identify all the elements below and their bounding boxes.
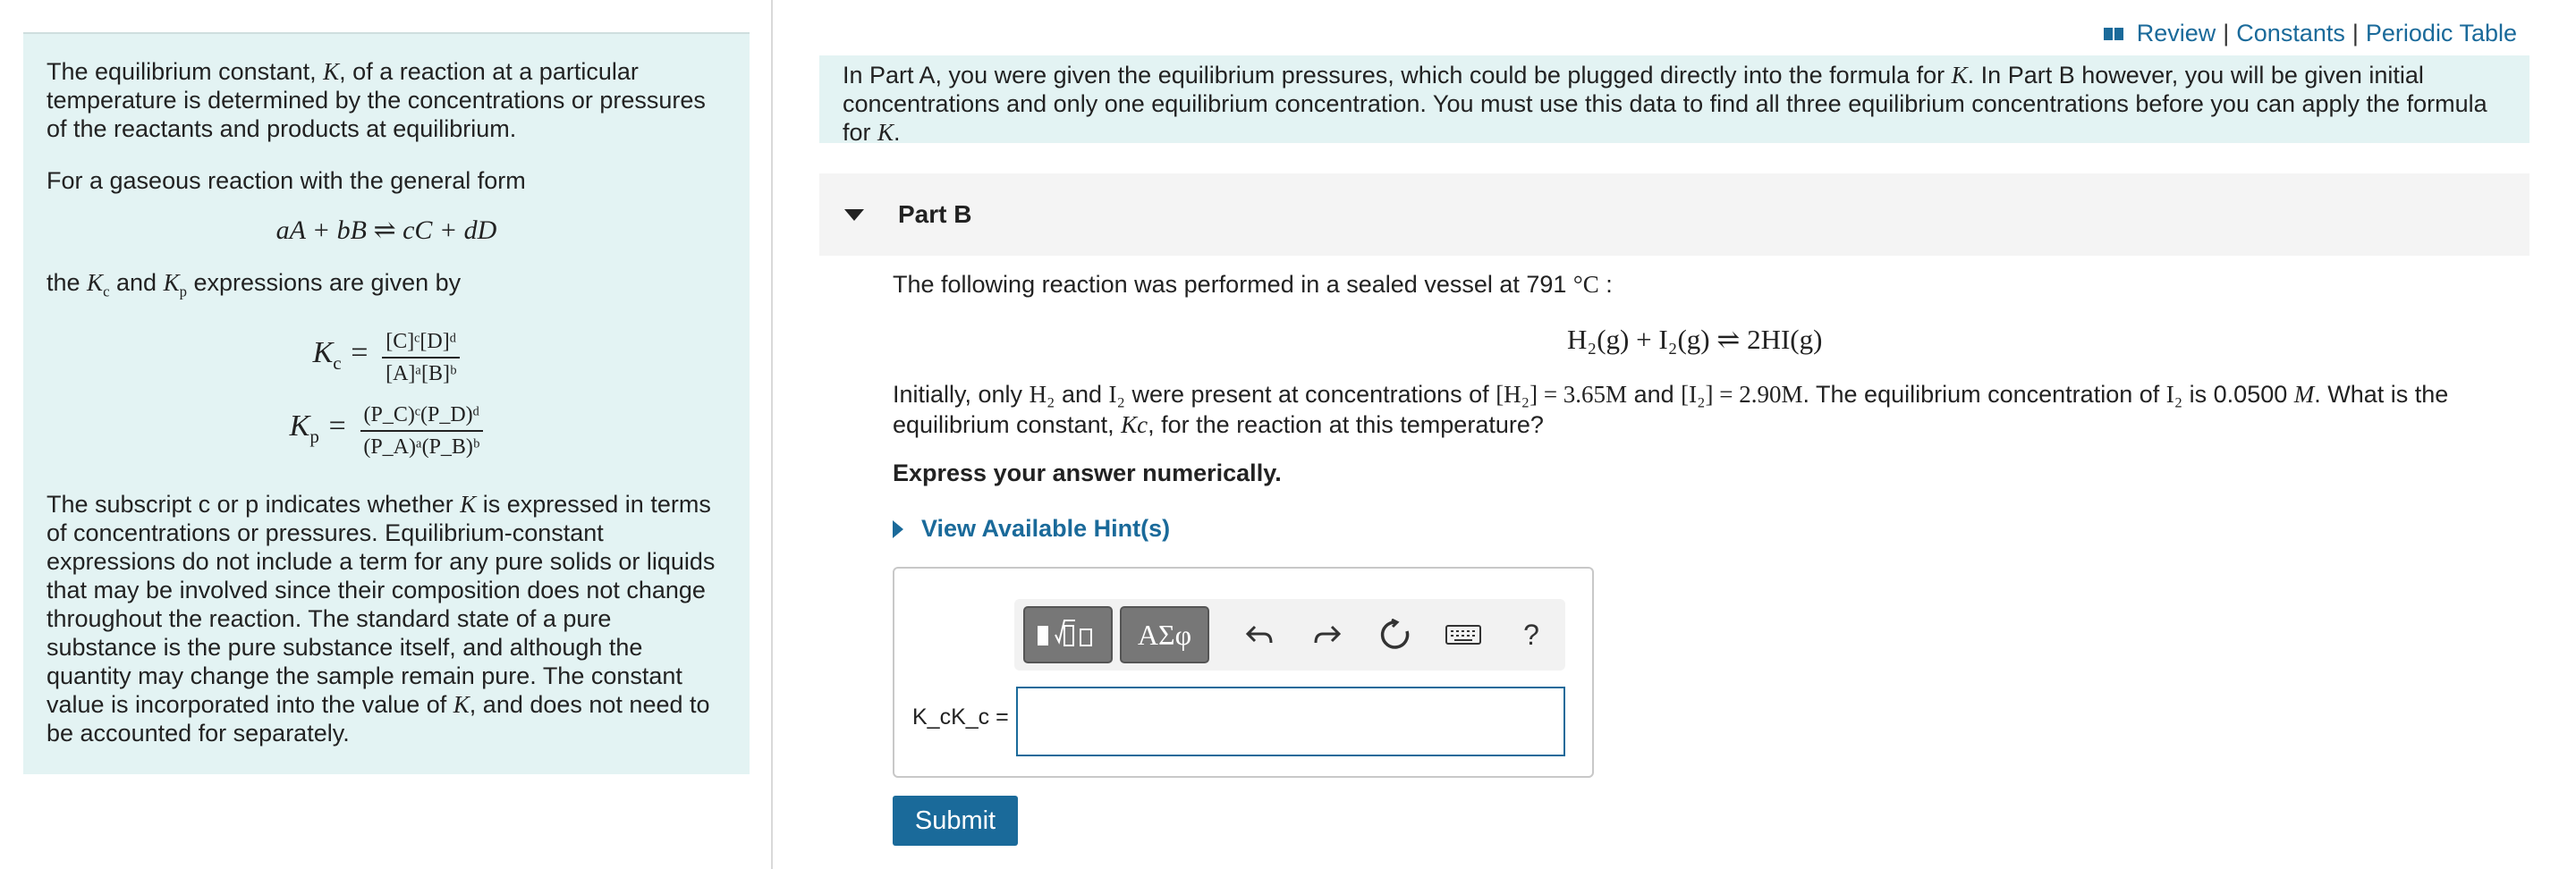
answer-label: K_cK_c = xyxy=(912,704,1009,730)
info-paragraph-3: the Kc and Kp expressions are given by xyxy=(47,269,462,300)
redo-icon[interactable] xyxy=(1302,606,1352,663)
kc-expression: Kc = [C]ᶜ[D]ᵈ [A]ᵃ[B]ᵇ xyxy=(47,329,726,386)
kp-expression: Kp = (P_C)ᶜ(P_D)ᵈ (P_A)ᵃ(P_B)ᵇ xyxy=(47,402,726,460)
collapse-caret-icon[interactable] xyxy=(844,208,864,221)
review-link[interactable]: Review xyxy=(2137,20,2216,47)
kc-numerator: [C]ᶜ[D]ᵈ xyxy=(382,329,461,359)
kp-numerator: (P_C)ᶜ(P_D)ᵈ xyxy=(360,402,484,433)
link-separator: | xyxy=(2351,20,2359,46)
templates-icon xyxy=(1038,620,1092,646)
book-icon xyxy=(2103,27,2123,40)
templates-button[interactable] xyxy=(1023,606,1113,663)
periodic-table-link[interactable]: Periodic Table xyxy=(2366,20,2517,47)
part-b-header[interactable]: Part B xyxy=(819,173,2529,256)
info-paragraph-4: The subscript c or p indicates whether K… xyxy=(47,491,716,747)
reset-icon[interactable] xyxy=(1370,606,1420,663)
math-toolbar: ΑΣφ ? xyxy=(1014,599,1565,671)
symbols-button[interactable]: ΑΣφ xyxy=(1120,606,1209,663)
info-paragraph-2: For a gaseous reaction with the general … xyxy=(47,167,526,194)
part-b-title: Part B xyxy=(898,200,972,228)
question-text: The following reaction was performed in … xyxy=(893,271,1613,298)
keyboard-icon[interactable] xyxy=(1438,606,1488,663)
link-separator: | xyxy=(2223,20,2230,46)
constants-link[interactable]: Constants xyxy=(2236,20,2345,47)
question-details: Initially, only H₂ and I₂ were present a… xyxy=(893,381,2449,438)
help-button[interactable]: ? xyxy=(1506,606,1556,663)
intro-note: In Part A, you were given the equilibriu… xyxy=(819,55,2529,146)
resource-links: Review | Constants | Periodic Table xyxy=(2103,20,2517,47)
expand-caret-icon[interactable] xyxy=(893,519,903,538)
kc-denominator: [A]ᵃ[B]ᵇ xyxy=(386,362,457,386)
info-paragraph-1: The equilibrium constant, K, of a reacti… xyxy=(47,58,706,142)
kp-denominator: (P_A)ᵃ(P_B)ᵇ xyxy=(363,435,480,460)
general-reaction-equation: aA + bB ⇌ cC + dD xyxy=(275,215,497,245)
answer-area: ΑΣφ ? K_cK_c = xyxy=(893,567,1594,778)
reaction-equation: H₂(g) + I₂(g) ⇌ 2HI(g) xyxy=(1567,324,1823,355)
undo-icon[interactable] xyxy=(1234,606,1284,663)
info-panel: The equilibrium constant, K, of a reacti… xyxy=(23,32,750,774)
panel-divider xyxy=(771,0,773,869)
answer-input[interactable] xyxy=(1016,687,1565,756)
view-hints-link[interactable]: View Available Hint(s) xyxy=(893,515,1170,543)
answer-instruction: Express your answer numerically. xyxy=(893,460,1282,486)
submit-button[interactable]: Submit xyxy=(893,796,1018,846)
